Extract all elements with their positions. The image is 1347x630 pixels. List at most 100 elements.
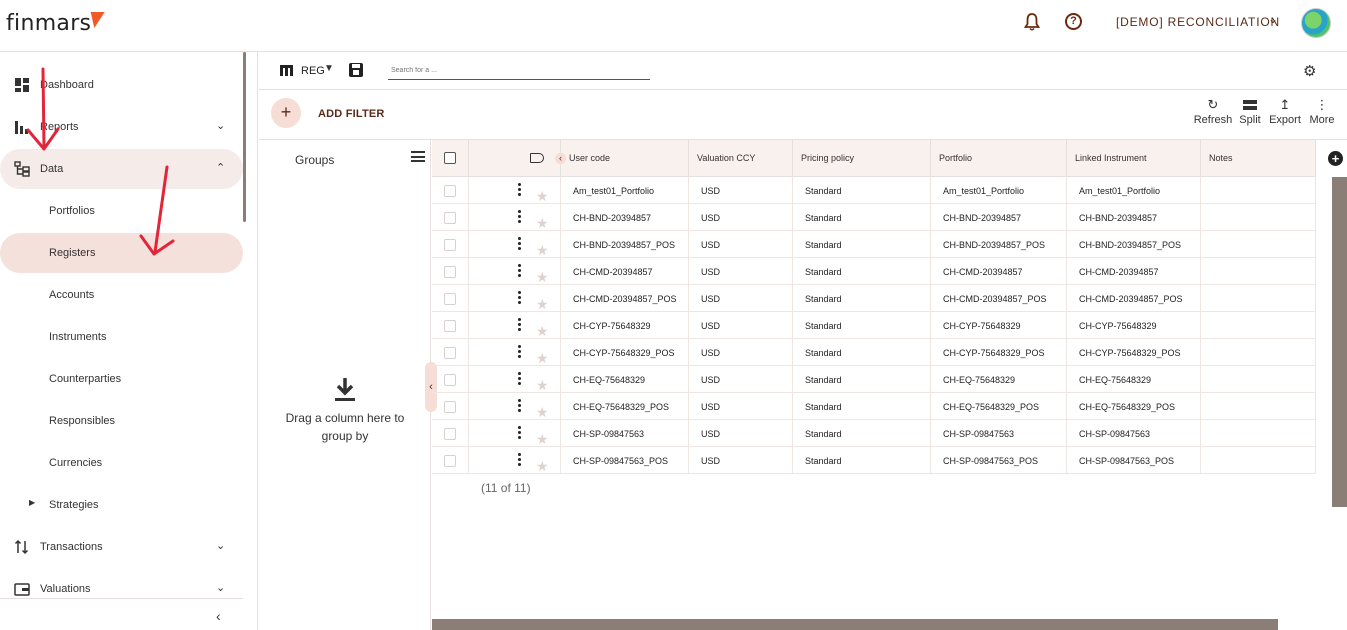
row-checkbox[interactable] [444, 374, 456, 386]
export-button[interactable]: ↥ Export [1265, 96, 1305, 126]
more-vert-icon[interactable] [518, 183, 521, 197]
table-row[interactable]: ★ CH-SP-09847563 USD Standard CH-SP-09847563… [432, 420, 1316, 447]
cell-notes[interactable] [1201, 204, 1316, 231]
cell-pricing-policy[interactable]: Standard [793, 393, 931, 420]
sidebar-item-registers[interactable]: Registers [0, 233, 243, 273]
more-button[interactable]: ⋮ More [1302, 96, 1342, 126]
chevron-up-icon[interactable]: ⌃ [216, 161, 225, 174]
sidebar-item-currencies[interactable]: Currencies [0, 443, 243, 483]
sidebar-item-valuations[interactable]: Valuations ⌄ [0, 569, 243, 609]
cell-portfolio[interactable]: CH-BND-20394857 [931, 204, 1067, 231]
cell-portfolio[interactable]: CH-SP-09847563_POS [931, 447, 1067, 474]
cell-notes[interactable] [1201, 312, 1316, 339]
more-vert-icon[interactable] [518, 399, 521, 413]
row-checkbox[interactable] [444, 347, 456, 359]
table-row[interactable]: ★ CH-CMD-20394857_POS USD Standard CH-CMD-20… [432, 285, 1316, 312]
caret-down-icon[interactable]: ▼ [324, 63, 334, 74]
cell-user-code[interactable]: CH-CMD-20394857 [561, 258, 689, 285]
vertical-scrollbar[interactable] [1332, 177, 1347, 507]
cell-notes[interactable] [1201, 258, 1316, 285]
row-checkbox[interactable] [444, 428, 456, 440]
cell-pricing-policy[interactable]: Standard [793, 366, 931, 393]
cell-portfolio[interactable]: CH-CYP-75648329_POS [931, 339, 1067, 366]
table-row[interactable]: ★ CH-CYP-75648329 USD Standard CH-CYP-756483… [432, 312, 1316, 339]
cell-portfolio[interactable]: CH-CYP-75648329 [931, 312, 1067, 339]
user-avatar[interactable] [1301, 8, 1331, 38]
cell-linked-instrument[interactable]: CH-EQ-75648329 [1067, 366, 1201, 393]
horizontal-scrollbar[interactable] [432, 619, 1278, 630]
cell-valuation-ccy[interactable]: USD [689, 312, 793, 339]
cell-user-code[interactable]: CH-EQ-75648329_POS [561, 393, 689, 420]
sidebar-item-strategies[interactable]: ▶ Strategies [0, 485, 243, 525]
star-icon[interactable]: ★ [536, 263, 549, 285]
column-header-notes[interactable]: Notes [1201, 140, 1316, 177]
more-vert-icon[interactable] [518, 237, 521, 251]
notifications-bell-icon[interactable] [1024, 13, 1040, 31]
cell-user-code[interactable]: CH-SP-09847563_POS [561, 447, 689, 474]
cell-user-code[interactable]: CH-BND-20394857_POS [561, 231, 689, 258]
more-vert-icon[interactable] [518, 453, 521, 467]
help-icon[interactable]: ? [1065, 13, 1082, 30]
cell-user-code[interactable]: Am_test01_Portfolio [561, 177, 689, 204]
cell-notes[interactable] [1201, 285, 1316, 312]
star-icon[interactable]: ★ [536, 290, 549, 312]
cell-portfolio[interactable]: CH-BND-20394857_POS [931, 231, 1067, 258]
sidebar-item-transactions[interactable]: Transactions ⌄ [0, 527, 243, 567]
star-icon[interactable]: ★ [536, 209, 549, 231]
cell-notes[interactable] [1201, 366, 1316, 393]
star-icon[interactable]: ★ [536, 398, 549, 420]
sidebar-item-instruments[interactable]: Instruments [0, 317, 243, 357]
sidebar-item-counterparties[interactable]: Counterparties [0, 359, 243, 399]
add-column-icon[interactable]: + [1328, 151, 1343, 166]
cell-valuation-ccy[interactable]: USD [689, 231, 793, 258]
cell-valuation-ccy[interactable]: USD [689, 339, 793, 366]
chevron-down-icon[interactable]: ⌄ [216, 581, 225, 594]
cell-linked-instrument[interactable]: CH-CYP-75648329_POS [1067, 339, 1201, 366]
column-header-user-code[interactable]: User code [561, 140, 689, 177]
cell-pricing-policy[interactable]: Standard [793, 231, 931, 258]
cell-valuation-ccy[interactable]: USD [689, 420, 793, 447]
star-icon[interactable]: ★ [536, 182, 549, 204]
chevron-down-icon[interactable]: ⌄ [216, 119, 225, 132]
cell-linked-instrument[interactable]: CH-CYP-75648329 [1067, 312, 1201, 339]
cell-portfolio[interactable]: CH-CMD-20394857 [931, 258, 1067, 285]
cell-user-code[interactable]: CH-SP-09847563 [561, 420, 689, 447]
add-filter-button[interactable]: ADD FILTER [318, 108, 385, 120]
column-header-pricing-policy[interactable]: Pricing policy [793, 140, 931, 177]
cell-pricing-policy[interactable]: Standard [793, 258, 931, 285]
sidebar-item-portfolios[interactable]: Portfolios [0, 191, 243, 231]
star-icon[interactable]: ★ [536, 236, 549, 258]
cell-valuation-ccy[interactable]: USD [689, 447, 793, 474]
cell-notes[interactable] [1201, 393, 1316, 420]
cell-pricing-policy[interactable]: Standard [793, 312, 931, 339]
more-vert-icon[interactable] [518, 345, 521, 359]
cell-valuation-ccy[interactable]: USD [689, 366, 793, 393]
row-checkbox[interactable] [444, 239, 456, 251]
table-row[interactable]: ★ CH-SP-09847563_POS USD Standard CH-SP-0984… [432, 447, 1316, 474]
table-row[interactable]: ★ CH-BND-20394857 USD Standard CH-BND-203948… [432, 204, 1316, 231]
sidebar-collapse-icon[interactable]: ‹ [216, 608, 221, 624]
sidebar-item-accounts[interactable]: Accounts [0, 275, 243, 315]
row-checkbox[interactable] [444, 212, 456, 224]
cell-pricing-policy[interactable]: Standard [793, 339, 931, 366]
cell-valuation-ccy[interactable]: USD [689, 285, 793, 312]
more-vert-icon[interactable] [518, 318, 521, 332]
split-button[interactable]: Split [1230, 96, 1270, 126]
cell-pricing-policy[interactable]: Standard [793, 204, 931, 231]
cell-linked-instrument[interactable]: CH-CMD-20394857_POS [1067, 285, 1201, 312]
cell-pricing-policy[interactable]: Standard [793, 177, 931, 204]
cell-notes[interactable] [1201, 177, 1316, 204]
cell-linked-instrument[interactable]: CH-CMD-20394857 [1067, 258, 1201, 285]
cell-valuation-ccy[interactable]: USD [689, 204, 793, 231]
row-checkbox[interactable] [444, 293, 456, 305]
column-header-linked-instrument[interactable]: Linked Instrument [1067, 140, 1201, 177]
table-row[interactable]: ★ CH-EQ-75648329 USD Standard CH-EQ-75648329… [432, 366, 1316, 393]
chevron-down-icon[interactable]: ⌄ [216, 539, 225, 552]
cell-valuation-ccy[interactable]: USD [689, 177, 793, 204]
table-row[interactable]: ★ CH-CMD-20394857 USD Standard CH-CMD-203948… [432, 258, 1316, 285]
app-logo[interactable]: finmars [6, 11, 91, 36]
cell-linked-instrument[interactable]: CH-EQ-75648329_POS [1067, 393, 1201, 420]
cell-user-code[interactable]: CH-EQ-75648329 [561, 366, 689, 393]
cell-portfolio[interactable]: CH-EQ-75648329 [931, 366, 1067, 393]
star-icon[interactable]: ★ [536, 344, 549, 366]
